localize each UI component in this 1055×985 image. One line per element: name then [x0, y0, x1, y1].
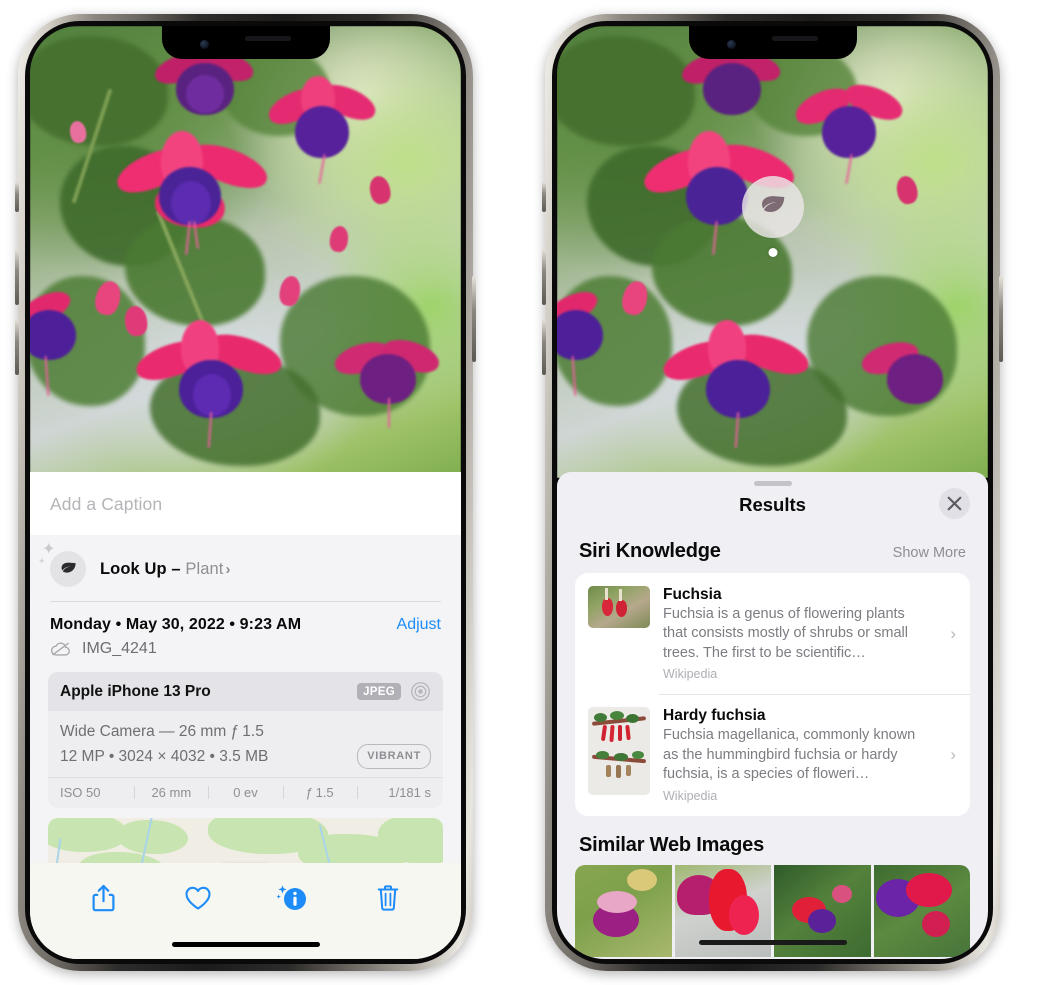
leaf-icon: ✦ ✦ — [38, 542, 86, 587]
home-indicator[interactable] — [698, 940, 847, 945]
look-up-label: Look Up – Plant › — [100, 560, 231, 579]
trash-icon — [377, 885, 398, 911]
exif-row: ISO 50 26 mm 0 ev ƒ 1.5 1/181 s — [48, 777, 443, 808]
knowledge-description: Fuchsia is a genus of flowering plants t… — [663, 606, 908, 661]
sparkle-small-icon: ✦ — [38, 556, 46, 566]
camera-header: Apple iPhone 13 Pro JPEG — [48, 672, 443, 711]
camera-model: Apple iPhone 13 Pro — [60, 682, 211, 700]
heart-icon — [185, 886, 211, 910]
photographic-style-badge: VIBRANT — [357, 744, 431, 770]
iphone-right: Results Siri Knowledge Show More Fuchsia… — [542, 14, 1003, 971]
front-camera-icon — [200, 40, 209, 49]
results-header: Results — [557, 472, 988, 526]
exif-iso: ISO 50 — [60, 785, 101, 801]
close-button[interactable] — [939, 488, 970, 519]
knowledge-row[interactable]: Hardy fuchsia Fuchsia magellanica, commo… — [575, 694, 970, 815]
photo-filename: IMG_4241 — [82, 640, 157, 657]
caption-field[interactable]: Add a Caption — [30, 472, 461, 535]
volume-down-button-left[interactable] — [15, 319, 19, 375]
map-terrain — [118, 820, 188, 855]
siri-knowledge-title: Siri Knowledge — [579, 540, 721, 562]
caption-placeholder: Add a Caption — [50, 494, 163, 514]
knowledge-title: Hardy fuchsia — [663, 707, 766, 725]
chevron-right-icon: › — [225, 560, 231, 578]
earpiece-speaker — [772, 35, 818, 41]
knowledge-thumbnail — [588, 707, 650, 796]
screen-right: Results Siri Knowledge Show More Fuchsia… — [557, 26, 988, 959]
knowledge-row[interactable]: Fuchsia Fuchsia is a genus of flowering … — [575, 573, 970, 694]
knowledge-source: Wikipedia — [663, 667, 718, 682]
knowledge-thumbnail — [588, 586, 650, 628]
fuchsia-flower — [263, 76, 385, 191]
siri-knowledge-header: Siri Knowledge Show More — [557, 526, 988, 573]
silent-switch-left[interactable] — [15, 182, 19, 212]
notch-left — [161, 26, 330, 59]
fuchsia-flower — [330, 326, 460, 436]
front-camera-icon — [727, 40, 736, 49]
iphone-left: Add a Caption ✦ ✦ Look Up – Plant › Mond… — [15, 14, 476, 971]
fuchsia-flower — [111, 131, 275, 261]
fuchsia-flower — [857, 326, 987, 436]
photo-info-sheet: Add a Caption ✦ ✦ Look Up – Plant › Mond… — [30, 472, 461, 959]
delete-button[interactable] — [365, 877, 411, 919]
camera-info-card: Apple iPhone 13 Pro JPEG Wide Camera — 2… — [48, 672, 443, 809]
power-button-left[interactable] — [472, 276, 476, 362]
camera-specs-line: 12 MP • 3024 × 4032 • 3.5 MB — [60, 747, 269, 765]
share-icon — [92, 884, 115, 912]
camera-lens-line: Wide Camera — 26 mm ƒ 1.5 — [60, 723, 264, 740]
close-icon — [947, 496, 962, 511]
photo-viewer-visual-lookup[interactable] — [557, 26, 988, 478]
notch-right — [688, 26, 857, 59]
volume-down-button-right[interactable] — [542, 319, 546, 375]
web-image-tile[interactable] — [873, 864, 970, 957]
knowledge-source: Wikipedia — [663, 788, 718, 803]
photo-file-row: IMG_4241 — [30, 636, 461, 670]
similar-web-images-title: Similar Web Images — [579, 833, 764, 856]
exif-shutter: 1/181 s — [356, 785, 431, 800]
leaf-icon — [761, 196, 784, 212]
chevron-right-icon: › — [950, 623, 956, 643]
exif-aperture: ƒ 1.5 — [282, 785, 357, 800]
fuchsia-flower — [131, 316, 295, 449]
siri-knowledge-card: Fuchsia Fuchsia is a genus of flowering … — [575, 573, 970, 816]
fuchsia-flower — [658, 316, 822, 449]
chevron-right-icon: › — [950, 744, 956, 764]
favorite-button[interactable] — [175, 877, 221, 919]
knowledge-title: Fuchsia — [663, 586, 722, 603]
show-more-button[interactable]: Show More — [893, 545, 966, 561]
adjust-button[interactable]: Adjust — [397, 616, 441, 634]
earpiece-speaker — [245, 35, 291, 41]
look-up-subject: Plant — [185, 559, 224, 578]
exif-focal: 26 mm — [134, 785, 208, 800]
photo-date: Monday • May 30, 2022 • 9:23 AM — [50, 616, 302, 633]
screenshot-root: Add a Caption ✦ ✦ Look Up – Plant › Mond… — [0, 0, 1055, 985]
look-up-row[interactable]: ✦ ✦ Look Up – Plant › — [30, 535, 461, 602]
screen-left: Add a Caption ✦ ✦ Look Up – Plant › Mond… — [30, 26, 461, 959]
results-sheet: Results Siri Knowledge Show More Fuchsia… — [557, 472, 988, 959]
web-image-tile[interactable] — [575, 864, 672, 957]
exif-exposure: 0 ev — [208, 785, 282, 800]
volume-up-button-left[interactable] — [15, 249, 19, 305]
share-button[interactable] — [80, 877, 126, 919]
silent-switch-right[interactable] — [542, 182, 546, 212]
aperture-icon — [411, 682, 430, 701]
home-indicator[interactable] — [171, 942, 320, 947]
fuchsia-flower — [790, 76, 912, 191]
look-up-title: Look Up – — [100, 559, 186, 578]
info-button[interactable] — [270, 877, 316, 919]
format-badge: JPEG — [357, 683, 401, 700]
power-button-right[interactable] — [999, 276, 1003, 362]
cloud-slash-icon — [50, 642, 70, 656]
similar-web-images-header: Similar Web Images — [557, 816, 988, 865]
volume-up-button-right[interactable] — [542, 249, 546, 305]
visual-lookup-badge[interactable] — [741, 176, 804, 238]
photo-viewer[interactable] — [30, 26, 461, 478]
visual-lookup-anchor-dot — [768, 248, 777, 257]
knowledge-description: Fuchsia magellanica, commonly known as t… — [663, 727, 916, 783]
info-sparkle-icon — [276, 885, 306, 910]
photo-date-row: Monday • May 30, 2022 • 9:23 AM Adjust — [30, 602, 461, 636]
foliage — [557, 36, 695, 146]
camera-body: Wide Camera — 26 mm ƒ 1.5 12 MP • 3024 ×… — [48, 711, 443, 777]
results-title: Results — [739, 494, 806, 515]
